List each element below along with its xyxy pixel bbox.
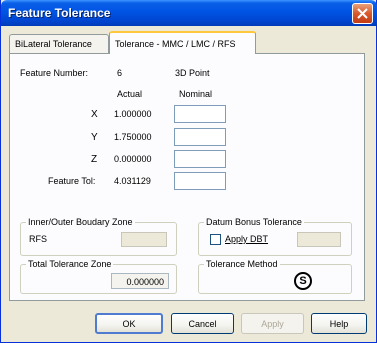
close-button[interactable] — [352, 3, 373, 24]
boundary-zone-value: RFS — [29, 234, 47, 244]
tab-tolerance-mmc-lmc-rfs[interactable]: Tolerance - MMC / LMC / RFS — [109, 31, 256, 54]
title-bar[interactable]: Feature Tolerance — [1, 0, 377, 26]
datum-bonus-field — [297, 232, 341, 247]
total-zone-value: 0.000000 — [111, 273, 169, 289]
apply-dbt-checkbox[interactable] — [210, 234, 221, 245]
feature-tol-label: Feature Tol: — [48, 176, 96, 186]
boundary-zone-title: Inner/Outer Boudary Zone — [26, 217, 135, 227]
feature-number-value: 6 — [117, 68, 123, 78]
x-label: X — [91, 109, 98, 120]
z-label: Z — [91, 154, 98, 165]
feature-number-label: Feature Number: — [20, 68, 89, 78]
apply-button[interactable]: Apply — [241, 313, 304, 334]
datum-bonus-group: Datum Bonus Tolerance Apply DBT — [198, 217, 352, 256]
y-label: Y — [91, 132, 98, 143]
cancel-button[interactable]: Cancel — [171, 313, 234, 334]
boundary-zone-group: Inner/Outer Boudary Zone RFS — [20, 217, 177, 256]
datum-bonus-title: Datum Bonus Tolerance — [204, 217, 304, 227]
window-title: Feature Tolerance — [8, 6, 111, 20]
y-actual-value: 1.750000 — [114, 132, 152, 142]
tolerance-method-title: Tolerance Method — [204, 259, 280, 269]
rfs-symbol-icon[interactable]: S — [294, 272, 312, 290]
actual-column-header: Actual — [117, 89, 143, 99]
total-zone-group: Total Tolerance Zone 0.000000 — [20, 259, 177, 294]
tolerance-method-group: Tolerance Method S — [198, 259, 352, 294]
z-nominal-input[interactable] — [174, 150, 226, 168]
z-actual-value: 0.000000 — [114, 154, 152, 164]
help-button[interactable]: Help — [311, 313, 367, 334]
ok-button[interactable]: OK — [95, 313, 163, 334]
apply-dbt-label[interactable]: Apply DBT — [225, 234, 268, 244]
nominal-column-header: Nominal — [179, 89, 213, 99]
feature-tol-actual-value: 4.031129 — [114, 176, 151, 186]
x-nominal-input[interactable] — [174, 105, 226, 123]
total-zone-title: Total Tolerance Zone — [26, 259, 114, 269]
tab-bilateral-tolerance[interactable]: BiLateral Tolerance — [9, 34, 109, 54]
feature-type: 3D Point — [175, 68, 210, 78]
y-nominal-input[interactable] — [174, 128, 226, 146]
x-actual-value: 1.000000 — [114, 109, 152, 119]
boundary-zone-field — [121, 232, 167, 247]
close-icon — [357, 8, 368, 19]
feature-tolerance-dialog: Feature Tolerance BiLateral Tolerance To… — [0, 0, 377, 343]
feature-tol-nominal-input[interactable] — [174, 172, 226, 190]
tab-panel: Feature Number: 6 3D Point Actual Nomina… — [9, 53, 365, 301]
